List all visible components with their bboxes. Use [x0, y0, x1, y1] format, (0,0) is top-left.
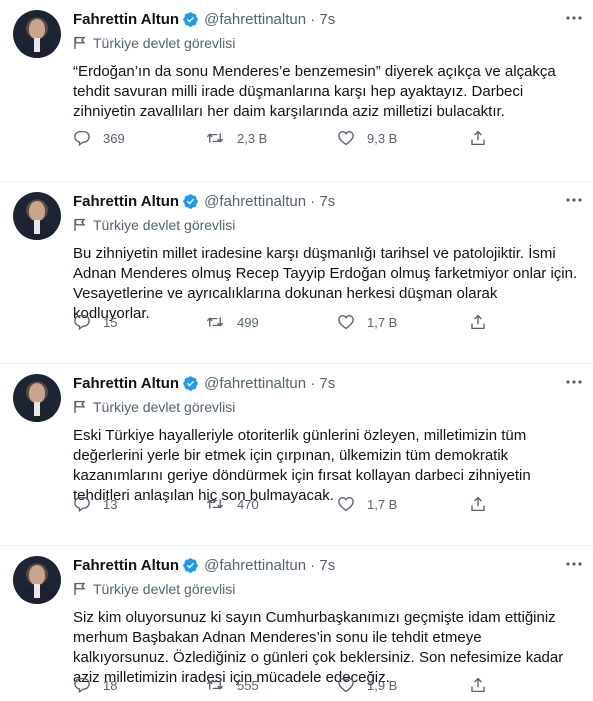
share-icon — [471, 130, 485, 146]
tweet[interactable]: Fahrettin Altun @fahrettinaltun · 7s Tür… — [0, 364, 593, 546]
author-handle[interactable]: @fahrettinaltun · 7s — [204, 557, 335, 574]
like-count: 1,7 B — [367, 496, 398, 512]
share-icon — [471, 314, 485, 330]
verified-badge-icon — [183, 11, 198, 27]
share-button[interactable] — [469, 129, 499, 147]
reply-count: 369 — [103, 130, 125, 146]
flag-icon — [74, 218, 86, 231]
author-handle[interactable]: @fahrettinaltun · 7s — [204, 375, 335, 392]
like-button[interactable]: 1,7 B — [337, 313, 469, 331]
tweet-header: Fahrettin Altun @fahrettinaltun · 7s — [73, 555, 573, 575]
tweet-actions: 369 2,3 B 9,3 B — [73, 129, 499, 147]
like-button[interactable]: 1,7 B — [337, 495, 469, 513]
tweet-header: Fahrettin Altun @fahrettinaltun · 7s — [73, 191, 573, 211]
author-name[interactable]: Fahrettin Altun — [73, 557, 179, 574]
like-count: 9,3 B — [367, 130, 398, 146]
tweet-text: Eski Türkiye hayalleriyle otoriterlik gü… — [73, 427, 531, 504]
reply-count: 15 — [103, 314, 118, 330]
account-label-text: Türkiye devlet görevlisi — [93, 35, 236, 51]
account-label-text: Türkiye devlet görevlisi — [93, 581, 236, 597]
tweet-actions: 18 555 1,9 B — [73, 676, 499, 694]
reply-count: 18 — [103, 677, 118, 693]
account-label-text: Türkiye devlet görevlisi — [93, 217, 236, 233]
retweet-button[interactable]: 499 — [205, 313, 337, 331]
account-label[interactable]: Türkiye devlet görevlisi — [73, 581, 235, 597]
account-label[interactable]: Türkiye devlet görevlisi — [73, 35, 235, 51]
tweet-feed: Fahrettin Altun @fahrettinaltun · 7s Tür… — [0, 0, 593, 701]
tweet-actions: 15 499 1,7 B — [73, 313, 499, 331]
heart-icon — [338, 131, 354, 146]
author-name[interactable]: Fahrettin Altun — [73, 193, 179, 210]
account-label[interactable]: Türkiye devlet görevlisi — [73, 399, 235, 415]
heart-icon — [338, 315, 354, 330]
retweet-icon — [206, 317, 224, 327]
retweet-count: 2,3 B — [237, 130, 268, 146]
tweet[interactable]: Fahrettin Altun @fahrettinaltun · 7s Tür… — [0, 546, 593, 701]
flag-icon — [74, 582, 86, 595]
account-label[interactable]: Türkiye devlet görevlisi — [73, 217, 235, 233]
retweet-button[interactable]: 555 — [205, 676, 337, 694]
like-button[interactable]: 9,3 B — [337, 129, 469, 147]
more-icon[interactable] — [561, 8, 587, 28]
author-name[interactable]: Fahrettin Altun — [73, 11, 179, 28]
tweet-header: Fahrettin Altun @fahrettinaltun · 7s — [73, 9, 573, 29]
share-button[interactable] — [469, 676, 499, 694]
retweet-icon — [206, 499, 224, 509]
account-label-text: Türkiye devlet görevlisi — [93, 399, 236, 415]
retweet-count: 499 — [237, 314, 259, 330]
tweet-text: “Erdoğan’ın da sonu Menderes’e benzemesi… — [73, 63, 556, 120]
like-count: 1,7 B — [367, 314, 398, 330]
avatar[interactable] — [13, 374, 61, 422]
avatar[interactable] — [13, 192, 61, 240]
tweet[interactable]: Fahrettin Altun @fahrettinaltun · 7s Tür… — [0, 182, 593, 364]
author-handle[interactable]: @fahrettinaltun · 7s — [204, 193, 335, 210]
flag-icon — [74, 36, 86, 49]
flag-icon — [74, 400, 86, 413]
author-handle[interactable]: @fahrettinaltun · 7s — [204, 11, 335, 28]
reply-button[interactable]: 13 — [73, 495, 205, 513]
tweet-text: Bu zihniyetin millet iradesine karşı düş… — [73, 245, 578, 322]
retweet-count: 555 — [237, 677, 259, 693]
share-button[interactable] — [469, 495, 499, 513]
verified-badge-icon — [183, 193, 198, 209]
tweet-actions: 13 470 1,7 B — [73, 495, 499, 513]
retweet-button[interactable]: 2,3 B — [205, 129, 337, 147]
share-button[interactable] — [469, 313, 499, 331]
reply-button[interactable]: 369 — [73, 129, 205, 147]
reply-icon — [74, 130, 90, 147]
retweet-icon — [206, 680, 224, 690]
tweet-header: Fahrettin Altun @fahrettinaltun · 7s — [73, 373, 573, 393]
share-icon — [471, 677, 485, 693]
reply-icon — [74, 677, 90, 694]
verified-badge-icon — [183, 557, 198, 573]
heart-icon — [338, 497, 354, 512]
like-count: 1,9 B — [367, 677, 398, 693]
more-icon[interactable] — [561, 372, 587, 392]
reply-button[interactable]: 18 — [73, 676, 205, 694]
verified-badge-icon — [183, 375, 198, 391]
author-name[interactable]: Fahrettin Altun — [73, 375, 179, 392]
reply-icon — [74, 496, 90, 513]
more-icon[interactable] — [561, 554, 587, 574]
share-icon — [471, 496, 485, 512]
retweet-icon — [206, 133, 224, 143]
reply-button[interactable]: 15 — [73, 313, 205, 331]
avatar[interactable] — [13, 556, 61, 604]
tweet[interactable]: Fahrettin Altun @fahrettinaltun · 7s Tür… — [0, 0, 593, 182]
reply-icon — [74, 314, 90, 331]
more-icon[interactable] — [561, 190, 587, 210]
reply-count: 13 — [103, 496, 118, 512]
heart-icon — [338, 678, 354, 693]
like-button[interactable]: 1,9 B — [337, 676, 469, 694]
avatar[interactable] — [13, 10, 61, 58]
retweet-button[interactable]: 470 — [205, 495, 337, 513]
retweet-count: 470 — [237, 496, 259, 512]
